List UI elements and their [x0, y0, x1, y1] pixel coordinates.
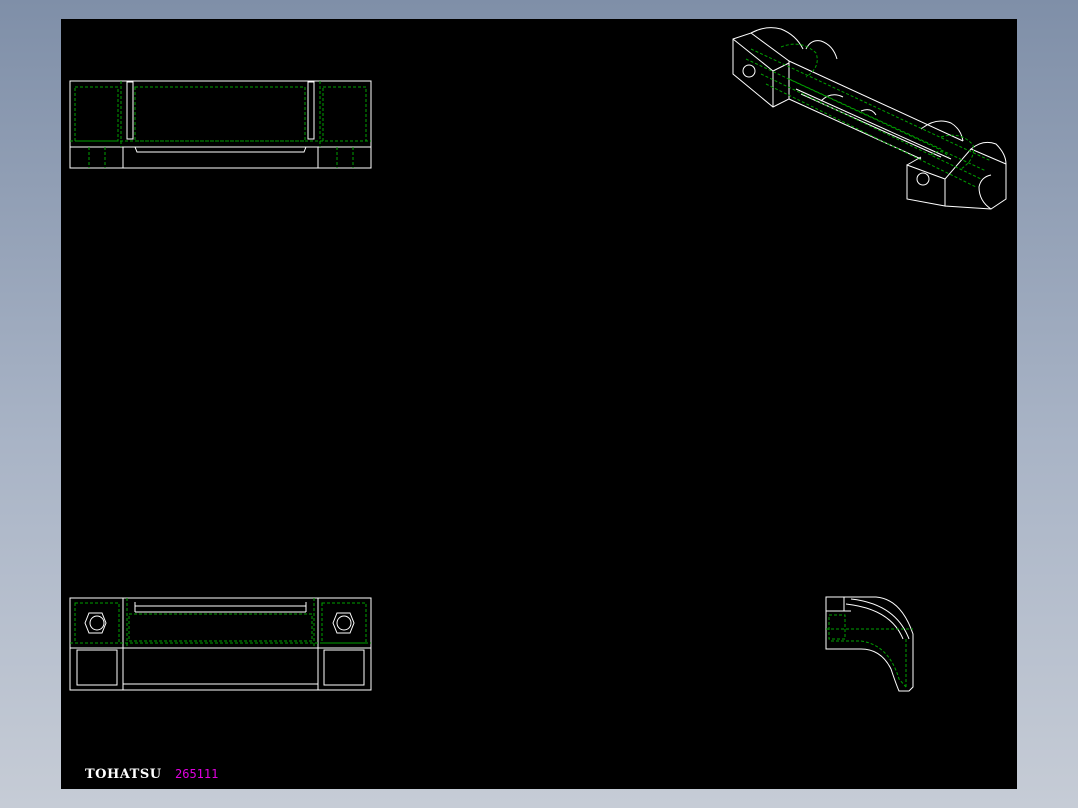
top-view	[69, 80, 372, 169]
drawing-canvas	[69, 27, 1007, 692]
drawing-number: 265111	[175, 767, 219, 781]
isometric-view	[732, 27, 1007, 210]
side-view	[825, 596, 914, 692]
brand-logo-text: TOHATSU	[85, 767, 162, 782]
cad-viewport[interactable]: TOHATSU 265111	[61, 19, 1017, 789]
front-view	[69, 597, 372, 691]
